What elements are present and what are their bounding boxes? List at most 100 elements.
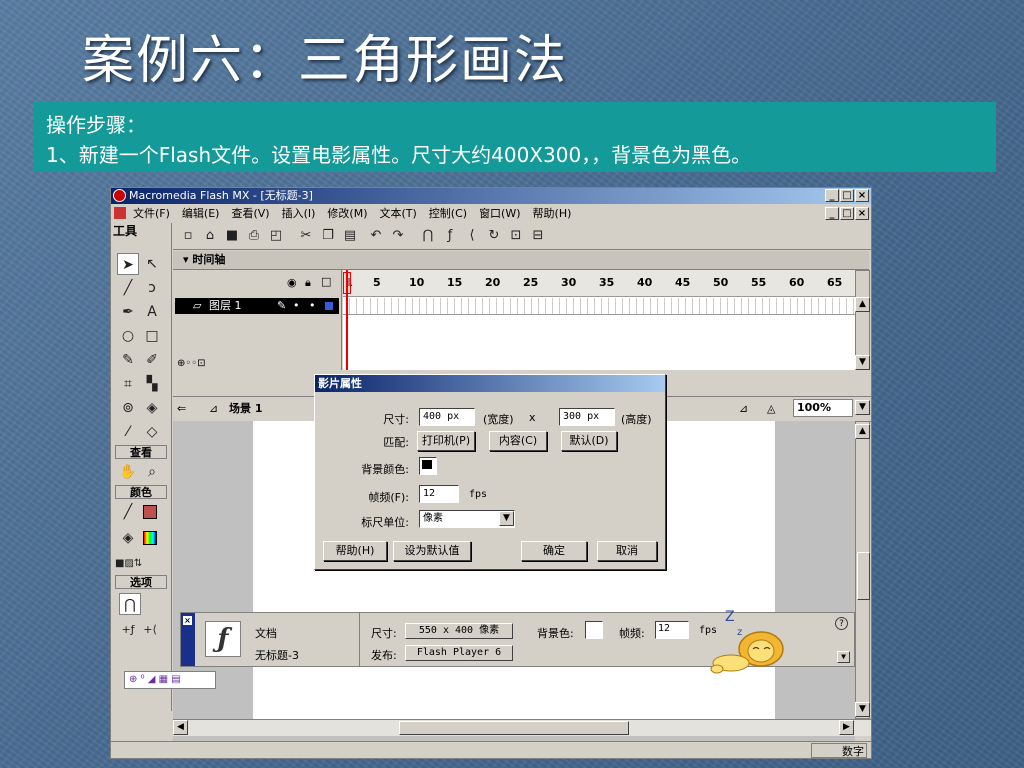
stroke-color-swatch[interactable] <box>143 505 157 519</box>
layer-row[interactable]: ▱ 图层 1 ✎ • • <box>175 298 339 314</box>
menu-insert[interactable]: 插入(I) <box>282 205 316 222</box>
scale-icon[interactable]: ⊡ <box>507 228 525 244</box>
height-input[interactable]: 300 px <box>559 408 615 426</box>
scroll-left-arrow-icon[interactable]: ◀ <box>173 720 188 735</box>
add-layer-icons[interactable]: ⊕◦◦⊡ <box>177 358 206 369</box>
doc-restore-button[interactable]: □ <box>840 207 854 220</box>
fill-color-swatch[interactable] <box>143 531 157 545</box>
size-button[interactable]: 550 x 400 像素 <box>405 623 513 639</box>
arrow-icon[interactable]: ➤ <box>117 253 139 275</box>
minimize-button[interactable]: _ <box>825 189 839 202</box>
snap-magnet-icon[interactable]: ⋂ <box>419 228 437 244</box>
hand-icon[interactable]: ✋ <box>117 461 139 483</box>
layer-lock-dot[interactable]: • <box>309 298 316 314</box>
rectangle-icon[interactable]: □ <box>141 325 163 347</box>
undo-icon[interactable]: ↶ <box>367 228 385 244</box>
layer-visible-dot[interactable]: • <box>293 298 300 314</box>
frame-cells[interactable] <box>343 298 855 315</box>
cancel-button[interactable]: 取消 <box>597 541 657 561</box>
menu-view[interactable]: 查看(V) <box>231 205 269 222</box>
straighten-icon[interactable]: ⟨ <box>463 228 481 244</box>
match-default-button[interactable]: 默认(D) <box>561 431 617 451</box>
paste-icon[interactable]: ▤ <box>341 228 359 244</box>
paint-bucket-icon[interactable]: ◈ <box>141 397 163 419</box>
redo-icon[interactable]: ↷ <box>389 228 407 244</box>
zoom-dropdown-icon[interactable]: ▼ <box>855 400 870 415</box>
subselect-icon[interactable]: ↖ <box>141 253 163 275</box>
fps-input[interactable]: 12 <box>655 621 689 639</box>
pen-icon[interactable]: ✒ <box>117 301 139 323</box>
text-icon[interactable]: A <box>141 301 163 323</box>
smooth-icon[interactable]: ƒ <box>441 228 459 244</box>
eyedropper-icon[interactable]: ⁄ <box>117 421 139 443</box>
lock-icon[interactable]: 🔒︎ <box>305 276 311 290</box>
edit-scene-icon[interactable]: ⊿ <box>739 397 748 421</box>
rotate-icon[interactable]: ↻ <box>485 228 503 244</box>
stroke-color-icon[interactable]: ╱ <box>117 501 139 523</box>
fill-transform-icon[interactable]: ▚ <box>141 373 163 395</box>
copy-icon[interactable]: ❐ <box>319 228 337 244</box>
oval-icon[interactable]: ○ <box>117 325 139 347</box>
free-transform-icon[interactable]: ⌗ <box>117 373 139 395</box>
smooth-icon[interactable]: +ƒ <box>117 619 139 641</box>
timeline-vscroll[interactable]: ▲ ▼ <box>855 270 870 370</box>
menu-file[interactable]: 文件(F) <box>133 205 170 222</box>
help-button[interactable]: 帮助(H) <box>323 541 387 561</box>
menu-control[interactable]: 控制(C) <box>429 205 467 222</box>
fps-input[interactable]: 12 <box>419 485 459 503</box>
frames-area[interactable]: 1 5 10 15 20 25 30 35 40 45 50 55 60 65 <box>343 270 855 370</box>
fill-color-icon[interactable]: ◈ <box>117 527 139 549</box>
menu-edit[interactable]: 编辑(E) <box>182 205 220 222</box>
snap-magnet-icon[interactable]: ⋂ <box>119 593 141 615</box>
menu-window[interactable]: 窗口(W) <box>479 205 520 222</box>
brush-icon[interactable]: ✐ <box>141 349 163 371</box>
scroll-right-arrow-icon[interactable]: ▶ <box>839 720 854 735</box>
save-icon[interactable]: ■ <box>223 228 241 244</box>
publish-button[interactable]: Flash Player 6 <box>405 645 513 661</box>
align-icon[interactable]: ⊟ <box>529 228 547 244</box>
width-input[interactable]: 400 px <box>419 408 475 426</box>
eye-icon[interactable]: ◉ <box>287 276 297 289</box>
eraser-icon[interactable]: ◇ <box>141 421 163 443</box>
stage-scroll-down-icon[interactable]: ▼ <box>855 702 870 717</box>
doc-minimize-button[interactable]: _ <box>825 207 839 220</box>
outline-icon[interactable]: □ <box>321 275 331 288</box>
layer-outline-color[interactable] <box>325 302 333 310</box>
match-printer-button[interactable]: 打印机(P) <box>417 431 475 451</box>
stage-vscroll-thumb[interactable] <box>857 552 870 600</box>
stage-vscroll[interactable]: ▲ ▼ <box>855 421 870 719</box>
scroll-up-arrow-icon[interactable]: ▲ <box>855 297 870 312</box>
menu-modify[interactable]: 修改(M) <box>327 205 367 222</box>
doc-close-button[interactable]: × <box>855 207 869 220</box>
back-arrow-icon[interactable]: ⇐ <box>177 397 186 421</box>
timeline-header[interactable]: ▾ 时间轴 <box>173 251 869 270</box>
edit-symbol-icon[interactable]: ◬ <box>767 397 775 421</box>
line-icon[interactable]: ╱ <box>117 277 139 299</box>
straighten-icon[interactable]: +⟨ <box>139 619 161 641</box>
stage-scroll-up-icon[interactable]: ▲ <box>855 424 870 439</box>
open-file-icon[interactable]: ⌂ <box>201 228 219 244</box>
align-panel-strip[interactable]: ⊕ ⁰ ◢ ▦ ▤ <box>124 671 216 689</box>
match-contents-button[interactable]: 内容(C) <box>489 431 547 451</box>
lasso-icon[interactable]: ↄ <box>141 277 163 299</box>
cut-icon[interactable]: ✂ <box>297 228 315 244</box>
scroll-down-arrow-icon[interactable]: ▼ <box>855 355 870 370</box>
stage-hscroll-thumb[interactable] <box>399 721 629 735</box>
help-icon[interactable]: ? <box>835 617 848 630</box>
zoom-icon[interactable]: ⌕ <box>141 461 163 483</box>
menu-help[interactable]: 帮助(H) <box>533 205 572 222</box>
ink-bottle-icon[interactable]: ⊚ <box>117 397 139 419</box>
make-default-button[interactable]: 设为默认值 <box>393 541 471 561</box>
pencil-icon[interactable]: ✎ <box>117 349 139 371</box>
properties-expand-icon[interactable]: ▼ <box>837 651 850 663</box>
properties-collapse-icon[interactable]: × <box>183 616 192 625</box>
color-swap-icon[interactable]: ■▨⇅ <box>115 553 142 575</box>
close-button[interactable]: × <box>855 189 869 202</box>
print-preview-icon[interactable]: ◰ <box>267 228 285 244</box>
new-file-icon[interactable]: ▫ <box>179 228 197 244</box>
restore-button[interactable]: □ <box>840 189 854 202</box>
document-icon[interactable] <box>114 207 126 219</box>
bg-color-picker[interactable] <box>419 457 437 475</box>
ok-button[interactable]: 确定 <box>521 541 587 561</box>
zoom-select[interactable]: 100% <box>793 399 853 417</box>
